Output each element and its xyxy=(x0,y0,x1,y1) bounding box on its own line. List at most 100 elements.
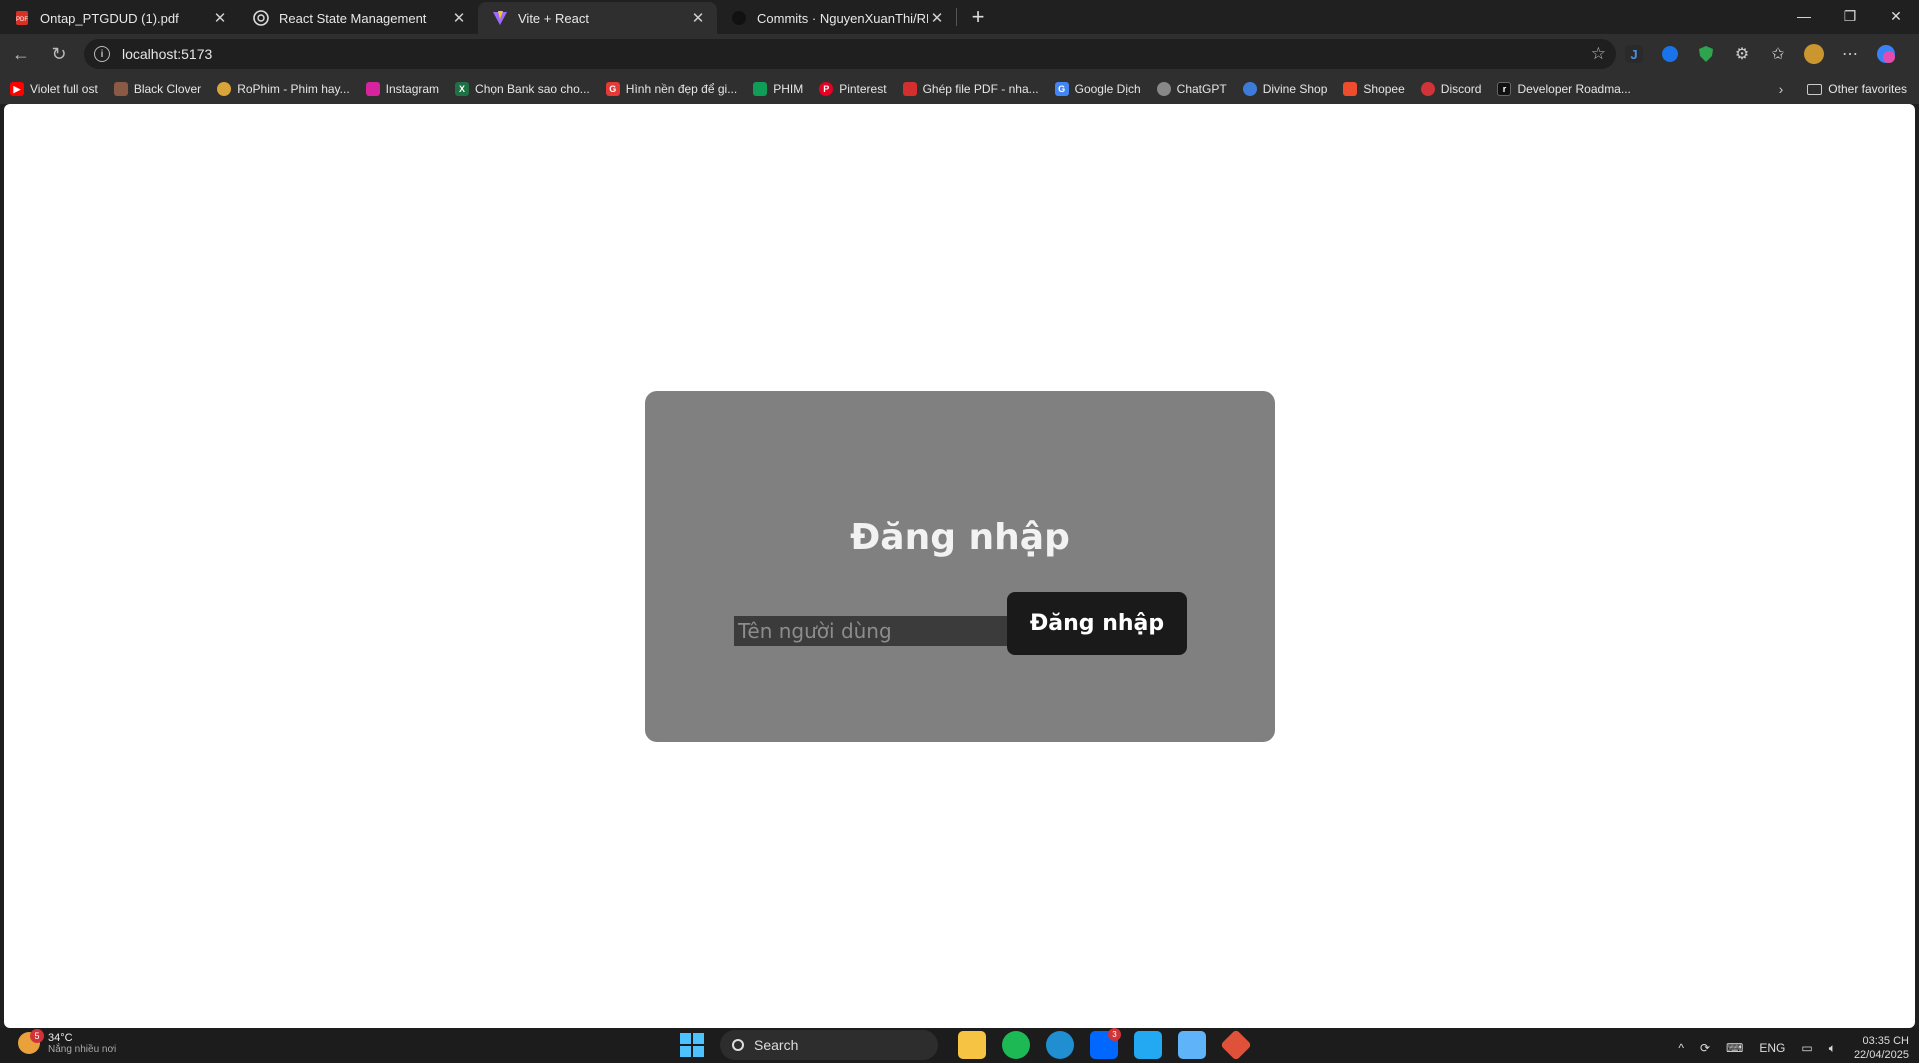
youtube-icon: ▶ xyxy=(10,82,24,96)
windows-start-icon[interactable] xyxy=(680,1033,704,1057)
bookmark-label: Google Dịch xyxy=(1074,82,1141,96)
windows-taskbar: 5 34°C Nắng nhiều nơi Search 3 ^ ⟳ ⌨ ENG… xyxy=(0,1028,1919,1063)
vite-icon xyxy=(492,10,508,26)
url-text: localhost:5173 xyxy=(122,46,213,62)
extension-reader-icon[interactable] xyxy=(1652,37,1688,71)
taskbar-search[interactable]: Search xyxy=(720,1030,938,1060)
volume-icon[interactable]: 🔈︎ xyxy=(1829,1041,1836,1056)
favorites-icon[interactable]: ✩ xyxy=(1760,37,1796,71)
network-icon[interactable]: ▭ xyxy=(1801,1041,1812,1055)
bookmark-label: Violet full ost xyxy=(30,82,98,96)
tab-pdf[interactable]: PDF Ontap_PTGDUD (1).pdf ✕ xyxy=(0,2,239,34)
close-window-icon[interactable]: ✕ xyxy=(1873,0,1919,32)
bookmark-item[interactable]: RoPhim - Phim hay... xyxy=(217,82,350,96)
bookmark-item[interactable]: P Pinterest xyxy=(819,82,887,96)
sun-icon: 5 xyxy=(18,1029,44,1054)
git-icon[interactable] xyxy=(1220,1029,1252,1061)
tab-react-state[interactable]: React State Management ✕ xyxy=(239,2,478,34)
bookmark-label: Shopee xyxy=(1363,82,1405,96)
bookmark-item[interactable]: PHIM xyxy=(753,82,803,96)
new-tab-button[interactable]: + xyxy=(963,2,993,32)
clock[interactable]: 03:35 CH 22/04/2025 xyxy=(1854,1034,1909,1062)
bookmark-label: Instagram xyxy=(385,82,440,96)
address-bar[interactable]: i localhost:5173 ☆ xyxy=(84,39,1616,69)
bookmark-label: Chọn Bank sao cho... xyxy=(475,82,590,96)
vscode-icon[interactable] xyxy=(1134,1031,1162,1059)
chevron-up-icon[interactable]: ^ xyxy=(1678,1041,1684,1055)
bookmark-item[interactable]: Black Clover xyxy=(113,82,201,96)
search-icon xyxy=(732,1039,744,1051)
bookmark-item[interactable]: Shopee xyxy=(1343,82,1405,96)
system-tray: ^ ⟳ ⌨ ENG ▭ 🔈︎ 03:35 CH 22/04/2025 xyxy=(1670,1034,1909,1062)
bookmark-item[interactable]: ▶ Violet full ost xyxy=(10,82,98,96)
close-icon[interactable]: ✕ xyxy=(211,9,229,27)
bookmark-item[interactable]: X Chọn Bank sao cho... xyxy=(455,82,590,96)
chevron-right-icon[interactable]: › xyxy=(1779,81,1784,97)
bookmark-item[interactable]: G Google Dịch xyxy=(1054,82,1141,96)
weather-widget[interactable]: 5 34°C Nắng nhiều nơi xyxy=(18,1029,117,1055)
svg-text:J: J xyxy=(1630,47,1637,62)
window-controls: — ❐ ✕ xyxy=(1781,0,1919,32)
site-info-icon[interactable]: i xyxy=(94,46,110,62)
pdf-icon xyxy=(902,82,917,96)
bookmark-label: Divine Shop xyxy=(1262,82,1328,96)
bookmark-item[interactable]: r Developer Roadma... xyxy=(1497,82,1631,96)
divine-shop-icon xyxy=(1242,82,1257,96)
tab-vite-react[interactable]: Vite + React ✕ xyxy=(478,2,717,34)
profile-avatar[interactable] xyxy=(1796,37,1832,71)
favorite-star-icon[interactable]: ☆ xyxy=(1591,44,1606,64)
bookmark-item[interactable]: Discord xyxy=(1420,82,1481,96)
close-icon[interactable]: ✕ xyxy=(450,9,468,27)
back-icon[interactable]: ← xyxy=(4,37,38,71)
minimize-icon[interactable]: — xyxy=(1781,0,1827,32)
language-indicator[interactable]: ENG xyxy=(1759,1041,1785,1055)
weather-description: Nắng nhiều nơi xyxy=(48,1044,117,1055)
username-input[interactable] xyxy=(734,616,1007,646)
extension-shield-icon[interactable] xyxy=(1688,37,1724,71)
pdf-icon: PDF xyxy=(14,10,30,26)
instagram-icon xyxy=(365,82,380,96)
copilot-icon[interactable] xyxy=(1868,37,1904,71)
file-explorer-icon[interactable] xyxy=(958,1031,986,1059)
tab-commits[interactable]: Commits · NguyenXuanThi/REACT ✕ xyxy=(717,2,956,34)
tab-title: Vite + React xyxy=(518,10,589,26)
bookmark-label: Developer Roadma... xyxy=(1517,82,1631,96)
spotify-icon[interactable] xyxy=(1002,1031,1030,1059)
sync-icon[interactable]: ⟳ xyxy=(1700,1041,1710,1055)
bookmark-item[interactable]: Divine Shop xyxy=(1242,82,1328,96)
page-viewport: Đăng nhập Đăng nhập xyxy=(4,104,1915,1028)
bookmark-item[interactable]: ChatGPT xyxy=(1156,82,1227,96)
zalo-icon[interactable]: 3 xyxy=(1090,1028,1121,1059)
shopee-icon xyxy=(1343,82,1358,96)
extensions-puzzle-icon[interactable]: ⚙ xyxy=(1724,37,1760,71)
keyboard-icon[interactable]: ⌨ xyxy=(1726,1041,1743,1055)
tab-strip: PDF Ontap_PTGDUD (1).pdf ✕ React State M… xyxy=(0,0,1919,34)
date: 22/04/2025 xyxy=(1853,1049,1909,1061)
more-menu-icon[interactable]: ⋯ xyxy=(1832,37,1868,71)
tab-title: Commits · NguyenXuanThi/REACT xyxy=(757,10,928,26)
bookmark-item[interactable]: G Hình nền đẹp để gi... xyxy=(605,82,737,96)
bookmark-item[interactable]: Ghép file PDF - nha... xyxy=(902,82,1039,96)
tab-divider xyxy=(956,8,957,26)
svg-text:PDF: PDF xyxy=(16,17,28,23)
sheets-icon xyxy=(753,82,768,96)
notepad-icon[interactable] xyxy=(1178,1031,1206,1059)
login-button[interactable]: Đăng nhập xyxy=(1007,592,1187,655)
bookmark-label: Pinterest xyxy=(839,82,887,96)
taskbar-apps: Search 3 xyxy=(680,1028,1258,1061)
rophim-icon xyxy=(217,82,232,96)
other-favorites[interactable]: Other favorites xyxy=(1807,82,1907,96)
bookmark-label: RoPhim - Phim hay... xyxy=(237,82,350,96)
bookmark-label: Ghép file PDF - nha... xyxy=(922,82,1039,96)
zalo-badge: 3 xyxy=(1108,1028,1121,1041)
refresh-icon[interactable]: ↻ xyxy=(42,37,76,71)
close-icon[interactable]: ✕ xyxy=(928,9,946,27)
tab-title: Ontap_PTGDUD (1).pdf xyxy=(40,10,179,26)
bookmark-item[interactable]: Instagram xyxy=(365,82,440,96)
black-clover-icon xyxy=(113,82,128,96)
edge-icon[interactable] xyxy=(1046,1031,1074,1059)
extension-j-icon[interactable]: J xyxy=(1616,37,1652,71)
restore-icon[interactable]: ❐ xyxy=(1827,0,1873,32)
close-icon[interactable]: ✕ xyxy=(689,9,707,27)
search-label: Search xyxy=(754,1037,799,1053)
